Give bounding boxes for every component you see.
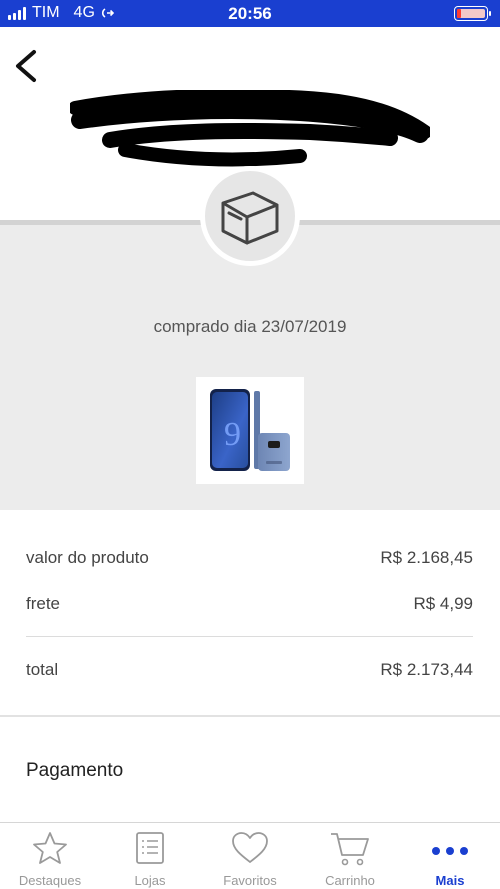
more-icon (432, 847, 468, 855)
tab-label: Carrinho (325, 873, 375, 888)
payment-title: Pagamento (26, 760, 124, 781)
svg-text:9: 9 (224, 416, 241, 453)
summary-divider (26, 636, 473, 637)
section-divider (0, 715, 500, 717)
tab-carrinho[interactable]: Carrinho (300, 823, 400, 889)
tab-mais[interactable]: Mais (400, 823, 500, 889)
chevron-left-icon (16, 50, 36, 82)
back-button[interactable] (12, 48, 42, 84)
product-value-label: valor do produto (26, 548, 149, 567)
tab-label: Destaques (18, 873, 82, 888)
tab-label: Lojas (134, 873, 166, 888)
product-image[interactable]: 9 (196, 377, 304, 484)
status-time: 20:56 (228, 4, 272, 23)
total-row: total R$ 2.173,44 (26, 660, 473, 680)
list-icon (136, 832, 164, 864)
tab-label: Mais (435, 873, 465, 888)
redacted-title (70, 90, 430, 167)
tab-favoritos[interactable]: Favoritos (200, 823, 300, 889)
tab-bar: Destaques Lojas Favoritos Carrinho Mais (0, 822, 500, 889)
tab-label: Favoritos (223, 873, 277, 888)
cart-icon (331, 833, 369, 866)
smartphone-image: 9 (210, 389, 290, 471)
status-bar: TIM 4G 20:56 (0, 0, 500, 27)
product-value-amount: R$ 2.168,45 (380, 548, 473, 567)
shipping-amount: R$ 4,99 (413, 594, 473, 613)
package-icon (221, 191, 279, 245)
star-icon (33, 832, 67, 864)
shipping-label: frete (26, 594, 61, 613)
shipping-row: frete R$ 4,99 (26, 594, 473, 614)
battery-icon (454, 6, 491, 21)
total-amount: R$ 2.173,44 (380, 660, 473, 679)
tab-destaques[interactable]: Destaques (0, 823, 100, 889)
tab-lojas[interactable]: Lojas (100, 823, 200, 889)
package-badge (200, 166, 300, 266)
product-value-row: valor do produto R$ 2.168,45 (26, 548, 473, 568)
purchase-date: comprado dia 23/07/2019 (153, 317, 347, 336)
heart-icon (232, 832, 268, 863)
total-label: total (26, 660, 59, 679)
